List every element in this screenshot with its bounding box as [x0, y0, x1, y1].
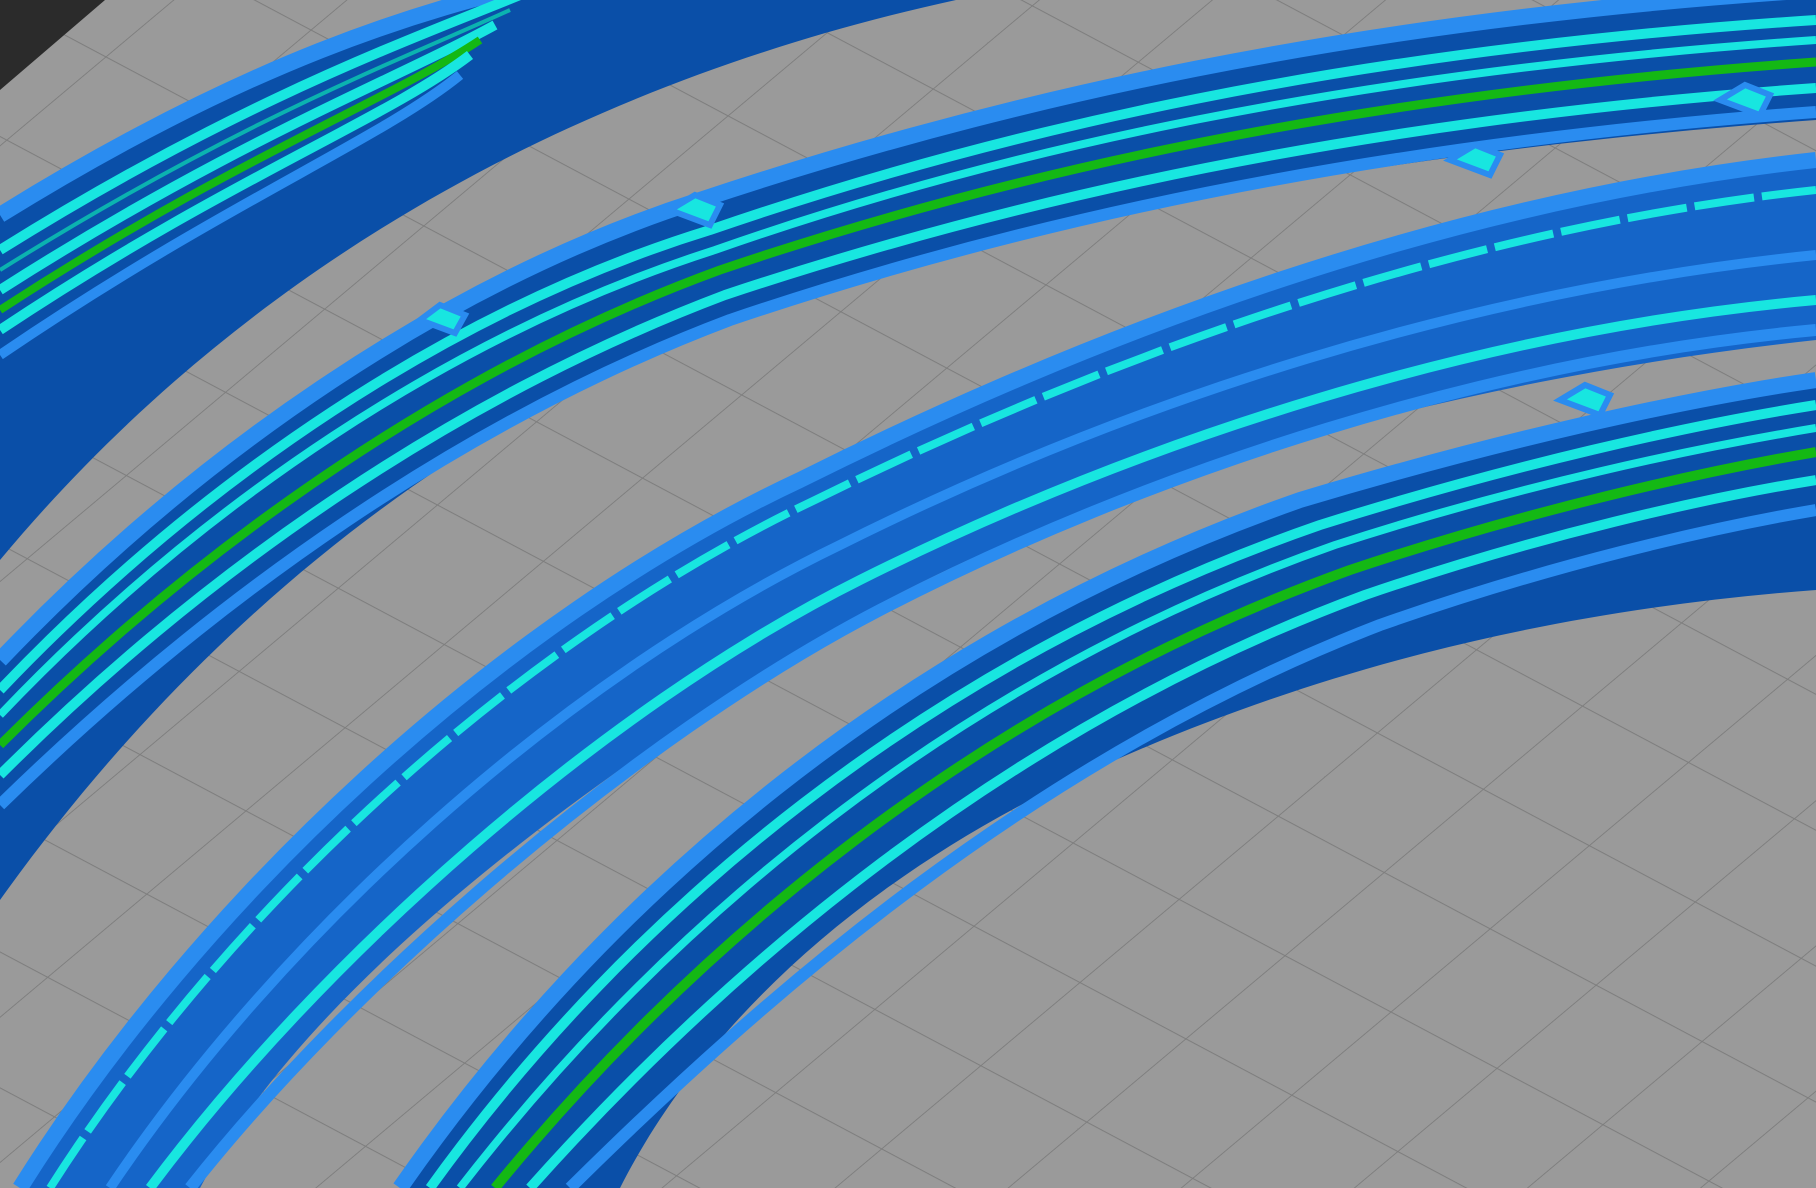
toolpath-scene[interactable] — [0, 0, 1816, 1188]
3d-preview-viewport[interactable] — [0, 0, 1816, 1188]
